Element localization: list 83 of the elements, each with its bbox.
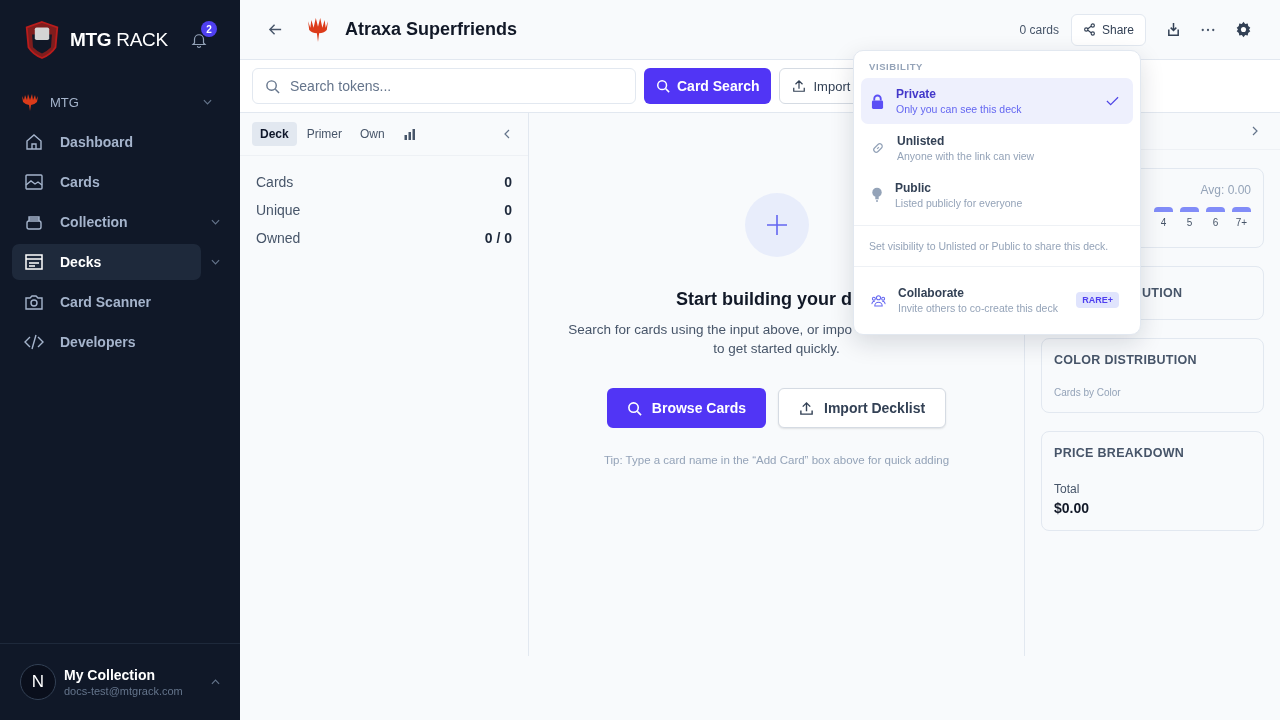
share-icon [1082, 23, 1096, 36]
stat-value: 0 [504, 202, 512, 218]
chevron-down-icon[interactable] [211, 219, 220, 225]
settings-icon[interactable] [1235, 21, 1252, 38]
card-subtitle: Cards by Color [1054, 387, 1122, 398]
card-title: COLOR DISTRIBUTION [1054, 353, 1198, 367]
curve-label: 5 [1186, 217, 1193, 228]
people-icon [871, 293, 886, 307]
home-icon [24, 132, 44, 152]
panel-tab[interactable]: Primer [298, 122, 351, 146]
avatar: N [20, 664, 56, 700]
menu-heading: VISIBILITY [868, 60, 925, 74]
empty-heading: Start building your d [676, 289, 852, 310]
notification-count: 2 [201, 21, 217, 37]
nav-item[interactable]: Cards [12, 164, 228, 200]
curve-label: 4 [1160, 217, 1167, 228]
curve-label: 7+ [1235, 217, 1248, 228]
average-value: Avg: 0.00 [1200, 183, 1251, 197]
total-label: Total [1054, 482, 1081, 496]
game-selector[interactable]: MTG [12, 80, 228, 124]
import-decklist-button[interactable]: Import Decklist [778, 388, 947, 428]
curve-bar [1232, 207, 1251, 212]
curve-bar [1180, 207, 1199, 212]
download-icon[interactable] [1166, 22, 1181, 37]
nav-item[interactable]: Dashboard [12, 124, 228, 160]
search-icon [656, 79, 670, 93]
more-icon[interactable] [1201, 27, 1215, 32]
stat-value: 0 [504, 174, 512, 190]
stat-label: Cards [256, 174, 294, 190]
upload-icon [799, 400, 814, 416]
image-icon [24, 172, 44, 192]
plan-badge: RARE+ [1076, 292, 1119, 308]
curve-label: 6 [1212, 217, 1219, 228]
card-title: UTION [1142, 286, 1184, 300]
search-icon [626, 400, 642, 416]
deck-title: Atraxa Superfriends [345, 19, 519, 40]
brand-name: MTG RACK [70, 29, 169, 51]
lock-icon [871, 93, 884, 109]
nav-item[interactable]: Collection [12, 204, 201, 240]
empty-description: Search for cards using the input above, or impo [568, 322, 852, 337]
collaborate-option[interactable]: Collaborate Invite others to co-create this deck RARE+ [861, 277, 1133, 323]
nav-item[interactable]: Developers [12, 324, 228, 360]
share-button[interactable]: Share [1070, 13, 1146, 46]
upload-icon [792, 79, 807, 93]
stat-label: Owned [256, 230, 301, 246]
chevron-up-icon [211, 679, 220, 685]
visibility-option[interactable]: Private Only you can see this deck [861, 78, 1133, 124]
stat-value: 0 / 0 [484, 230, 512, 246]
collapse-icon[interactable] [504, 129, 510, 139]
curve-bar [1206, 207, 1225, 212]
nav-item[interactable]: Card Scanner [12, 284, 228, 320]
empty-description: to get started quickly. [713, 341, 840, 356]
card-stack-icon [24, 252, 44, 272]
code-icon [24, 332, 44, 352]
visibility-option[interactable]: Public Listed publicly for everyone [861, 172, 1133, 218]
total-value: $0.00 [1054, 500, 1091, 516]
menu-note: Set visibility to Unlisted or Public to share this deck. [854, 225, 1140, 267]
search-field[interactable]: Search tokens... [252, 68, 636, 104]
card-count: 0 cards [1019, 22, 1059, 37]
user-menu[interactable]: N My Collection docs-test@mtgrack.com [0, 643, 240, 720]
link-icon [871, 141, 885, 155]
stat-label: Unique [256, 202, 301, 218]
checkmark-icon [1106, 96, 1119, 106]
chevron-right-icon[interactable] [1252, 126, 1258, 136]
panel-tab[interactable]: Deck [252, 122, 297, 146]
user-email: docs-test@mtgrack.com [64, 685, 184, 697]
camera-icon [24, 292, 44, 312]
shield-logo-icon [24, 20, 60, 60]
panel-tab[interactable]: Own [352, 122, 393, 146]
search-input[interactable]: Search tokens... [288, 77, 623, 95]
nav-item[interactable]: Decks [12, 244, 201, 280]
card-title: PRICE BREAKDOWN [1054, 446, 1186, 460]
lightbulb-icon [871, 187, 883, 203]
visibility-option[interactable]: Unlisted Anyone with the link can view [861, 125, 1133, 171]
search-icon [265, 78, 280, 94]
user-name: My Collection [64, 667, 156, 683]
bell-icon[interactable] [190, 31, 208, 49]
curve-bar [1154, 207, 1173, 212]
browse-cards-button[interactable]: Browse Cards [606, 388, 766, 428]
tip-text: Tip: Type a card name in the “Add Card” box above for quick adding [603, 454, 950, 466]
chevron-down-icon[interactable] [211, 259, 220, 265]
card-search-button[interactable]: Card Search [644, 68, 772, 104]
back-arrow-icon[interactable] [268, 22, 283, 37]
